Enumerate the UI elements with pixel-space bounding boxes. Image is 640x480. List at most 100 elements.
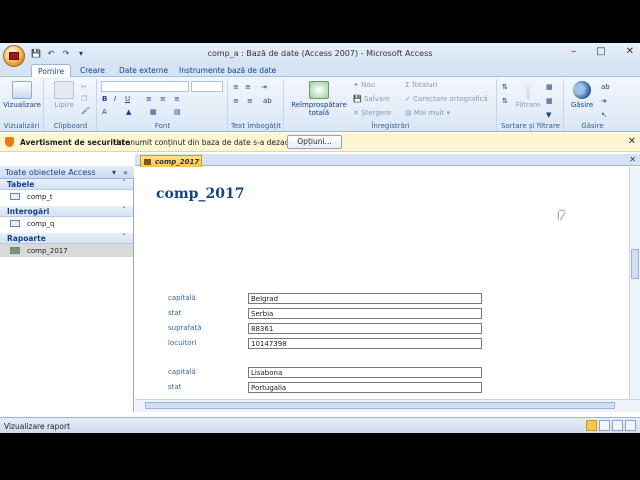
nav-item-comp-2017[interactable]: comp_2017 bbox=[0, 244, 133, 257]
security-warning-bar: Avertisment de securitate Un anumit conț… bbox=[0, 133, 640, 152]
mouse-cursor-icon bbox=[559, 211, 565, 221]
field-value-suprafata[interactable]: 88361 bbox=[248, 323, 482, 334]
spelling-button[interactable]: ✓ Corectare ortografică bbox=[405, 95, 488, 103]
report-view-icon[interactable] bbox=[586, 420, 597, 431]
paragraph-icon[interactable]: ≡ bbox=[247, 97, 253, 105]
design-view-icon[interactable] bbox=[625, 420, 636, 431]
font-family-combo[interactable] bbox=[101, 81, 189, 92]
view-icon bbox=[12, 81, 32, 99]
nav-pane-title: Toate obiectele Access bbox=[5, 168, 96, 177]
status-text: Vizualizare raport bbox=[4, 422, 71, 431]
field-value-capitala[interactable]: Belgrad bbox=[248, 293, 482, 304]
field-value-stat[interactable]: Serbia bbox=[248, 308, 482, 319]
chevron-up-icon[interactable]: ˆ bbox=[122, 206, 126, 215]
layout-view-icon[interactable] bbox=[612, 420, 623, 431]
field-value-capitala[interactable]: Lisabona bbox=[248, 367, 482, 378]
close-icon[interactable]: ✕ bbox=[626, 46, 634, 57]
report-view[interactable]: comp_2017 capitală Belgrad stat Serbia s… bbox=[135, 167, 629, 399]
nav-section-rapoarte[interactable]: Rapoarte ˆ bbox=[0, 233, 133, 244]
replace-icon[interactable]: ab bbox=[601, 83, 610, 91]
bullets-icon[interactable]: ≡ bbox=[245, 83, 251, 91]
close-document-icon[interactable]: ✕ bbox=[629, 155, 636, 164]
font-color-icon[interactable]: A bbox=[102, 108, 107, 116]
close-icon[interactable]: ✕ bbox=[628, 136, 636, 147]
vertical-scrollbar[interactable] bbox=[629, 167, 640, 399]
chevron-up-icon[interactable]: ˆ bbox=[122, 233, 126, 242]
group-label: Găsire bbox=[581, 122, 604, 130]
list-icon[interactable]: ≡ bbox=[233, 97, 239, 105]
totals-button[interactable]: Σ Totaluri bbox=[405, 81, 437, 89]
document-tab-comp-2017[interactable]: comp_2017 bbox=[140, 155, 202, 167]
nav-section-interogari[interactable]: Interogări ˆ bbox=[0, 206, 133, 217]
paste-button[interactable]: Lipire bbox=[49, 81, 79, 109]
bold-icon[interactable]: B bbox=[102, 95, 107, 103]
maximize-icon[interactable]: □ bbox=[596, 46, 605, 57]
select-icon[interactable]: ↖ bbox=[601, 111, 607, 119]
group-font: B I U ≡ ≡ ≡ A ▲ ▦ ▤ Font bbox=[98, 79, 228, 131]
toggle-filter-icon[interactable]: ▼ bbox=[546, 111, 551, 119]
field-value-stat[interactable]: Portugalia bbox=[248, 382, 482, 393]
nav-pane-header[interactable]: Toate obiectele Access ▾ « bbox=[0, 166, 134, 179]
chevron-down-icon[interactable]: ▾ bbox=[112, 168, 116, 177]
filter-button[interactable]: Filtrare bbox=[512, 81, 544, 109]
find-button[interactable]: Găsire bbox=[569, 81, 595, 109]
font-size-combo[interactable] bbox=[191, 81, 223, 92]
alt-fill-icon[interactable]: ▤ bbox=[174, 108, 181, 116]
sort-desc-icon[interactable]: ⇅ bbox=[502, 97, 508, 105]
numbering-icon[interactable]: ≡ bbox=[233, 83, 239, 91]
copy-icon[interactable]: ❐ bbox=[81, 95, 87, 103]
new-record-button[interactable]: ✦ Nou bbox=[353, 81, 375, 89]
underline-icon[interactable]: U bbox=[125, 95, 130, 103]
goto-icon[interactable]: ➔ bbox=[601, 97, 607, 105]
format-painter-icon[interactable]: 🖌 bbox=[81, 107, 90, 115]
group-label: Clipboard bbox=[53, 122, 88, 130]
view-button[interactable]: Vizualizare bbox=[3, 81, 41, 109]
delete-record-button[interactable]: ✕ Ștergere bbox=[353, 109, 391, 117]
more-button[interactable]: ▤ Mai mult ▾ bbox=[405, 109, 450, 117]
nav-item-comp-q[interactable]: comp_q bbox=[0, 217, 133, 230]
fill-color-icon[interactable]: ▲ bbox=[126, 108, 131, 116]
nav-item-comp-t[interactable]: comp_t bbox=[0, 190, 133, 203]
print-preview-icon[interactable] bbox=[599, 420, 610, 431]
selection-icon[interactable]: ▦ bbox=[546, 83, 553, 91]
window-controls: – □ ✕ bbox=[571, 46, 634, 57]
tab-pornire[interactable]: Pornire bbox=[31, 64, 72, 78]
sort-asc-icon[interactable]: ⇅ bbox=[502, 83, 508, 91]
tab-instrumente[interactable]: Instrumente bază de date bbox=[173, 64, 282, 77]
field-label-stat: stat bbox=[168, 309, 182, 317]
group-label: Text îmbogățit bbox=[230, 122, 282, 130]
group-label: Înregistrări bbox=[371, 122, 410, 130]
ribbon-tabs: Pornire Creare Date externe Instrumente … bbox=[0, 63, 640, 78]
office-button[interactable] bbox=[3, 45, 25, 67]
cut-icon[interactable]: ✂ bbox=[81, 83, 87, 91]
refresh-all-button[interactable]: Reîmprospătare totală bbox=[289, 81, 349, 117]
highlight-icon[interactable]: ab bbox=[263, 97, 272, 105]
tab-creare[interactable]: Creare bbox=[74, 64, 111, 77]
field-label-locuitori: locuitori bbox=[168, 339, 197, 347]
field-value-locuitori[interactable]: 10147398 bbox=[248, 338, 482, 349]
horizontal-scroll-thumb[interactable] bbox=[145, 402, 615, 409]
field-label-capitala: capitală bbox=[168, 294, 196, 302]
advanced-filter-icon[interactable]: ▦ bbox=[546, 97, 553, 105]
chevron-up-icon[interactable]: ˆ bbox=[122, 179, 126, 188]
minimize-icon[interactable]: – bbox=[571, 46, 576, 57]
vertical-scroll-thumb[interactable] bbox=[631, 249, 639, 279]
report-title: comp_2017 bbox=[156, 186, 245, 202]
tab-date-externe[interactable]: Date externe bbox=[113, 64, 174, 77]
report-icon bbox=[144, 159, 151, 165]
status-bar: Vizualizare raport bbox=[0, 417, 640, 433]
italic-icon[interactable]: I bbox=[114, 95, 116, 103]
collapse-pane-icon[interactable]: « bbox=[123, 168, 128, 177]
nav-section-tabele[interactable]: Tabele ˆ bbox=[0, 179, 133, 190]
table-icon bbox=[10, 193, 20, 200]
align-right-icon[interactable]: ≡ bbox=[174, 95, 180, 103]
access-window: 💾 ↶ ↷ ▾ comp_a : Bază de date (Access 20… bbox=[0, 43, 640, 433]
align-left-icon[interactable]: ≡ bbox=[146, 95, 152, 103]
align-center-icon[interactable]: ≡ bbox=[160, 95, 166, 103]
indent-icon[interactable]: ⇥ bbox=[261, 83, 267, 91]
document-area: comp_2017 ✕ comp_2017 capitală Belgrad s… bbox=[135, 154, 640, 412]
save-record-button[interactable]: 💾 Salvare bbox=[353, 95, 390, 103]
options-button[interactable]: Opțiuni... bbox=[287, 135, 342, 149]
filter-icon bbox=[521, 81, 535, 99]
gridlines-icon[interactable]: ▦ bbox=[150, 108, 157, 116]
